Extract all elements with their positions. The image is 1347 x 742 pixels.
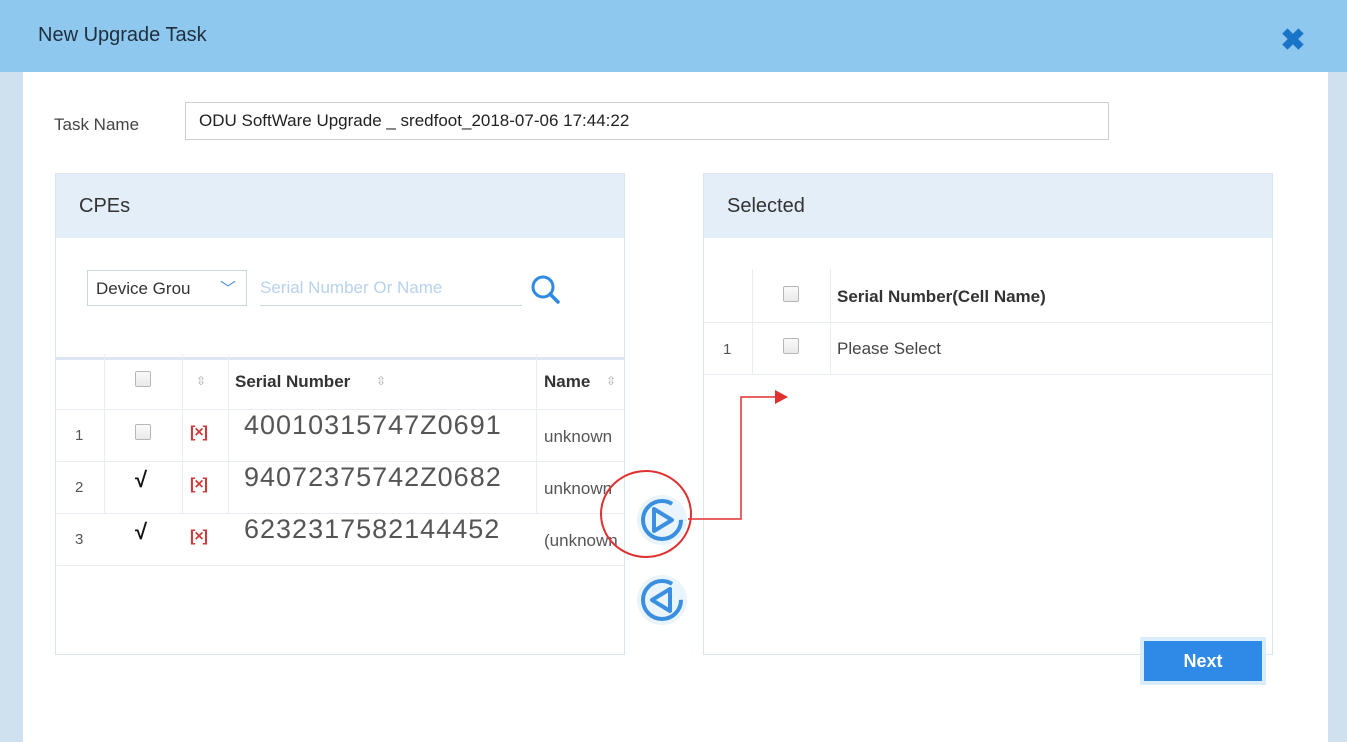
dialog-title: New Upgrade Task	[38, 24, 207, 46]
close-icon[interactable]: ✖	[1278, 26, 1308, 58]
cpes-heading: CPEs	[79, 195, 131, 217]
cpes-panel: CPEs Device Grou ﹀ ⇳ Serial Numb	[55, 173, 625, 655]
next-button[interactable]: Next	[1140, 637, 1266, 685]
row-divider	[704, 322, 1272, 323]
column-divider	[536, 354, 537, 514]
serial-number-cell: 6232317582144452	[244, 514, 501, 544]
selected-panel-header: Selected	[704, 174, 1272, 238]
row-checkbox-checked[interactable]: √	[135, 521, 151, 543]
row-number: 2	[75, 479, 84, 496]
serial-number-header[interactable]: Serial Number	[235, 372, 350, 392]
placeholder-row-text: Please Select	[837, 339, 941, 358]
serial-number-cell: 94072375742Z0682	[244, 462, 502, 492]
remove-icon[interactable]: [×]	[190, 476, 208, 494]
row-checkbox[interactable]	[135, 424, 151, 440]
annotation-arrow-line	[688, 396, 775, 520]
column-divider	[830, 269, 831, 375]
task-name-label: Task Name	[54, 115, 140, 134]
row-number: 3	[75, 531, 84, 548]
dialog-body: Task Name CPEs Device Grou ﹀	[23, 72, 1328, 742]
sort-icon[interactable]: ⇳	[196, 374, 206, 388]
cpes-panel-header: CPEs	[56, 174, 624, 238]
column-divider	[182, 354, 183, 514]
move-left-button[interactable]	[634, 572, 690, 628]
upgrade-task-dialog: New Upgrade Task ✖ Task Name CPEs Device…	[0, 0, 1347, 742]
select-all-checkbox[interactable]	[135, 371, 151, 387]
column-divider	[104, 354, 105, 514]
select-all-checkbox[interactable]	[783, 286, 799, 302]
name-cell: unknown	[544, 427, 613, 446]
move-right-button[interactable]	[634, 492, 690, 548]
serial-number-cell: 40010315747Z0691	[244, 410, 502, 440]
dialog-titlebar: New Upgrade Task ✖	[0, 0, 1347, 72]
row-divider	[56, 565, 624, 566]
serial-cell-name-header[interactable]: Serial Number(Cell Name)	[837, 287, 1046, 307]
name-cell: unknown	[544, 479, 613, 498]
chevron-down-icon: ﹀	[219, 281, 236, 298]
row-checkbox-checked[interactable]: √	[135, 469, 151, 491]
selected-heading: Selected	[727, 195, 805, 217]
sort-icon[interactable]: ⇳	[376, 374, 386, 388]
search-input[interactable]	[260, 270, 522, 306]
table-header-border	[56, 357, 624, 360]
column-divider	[228, 354, 229, 514]
annotation-arrowhead	[775, 390, 788, 404]
name-header[interactable]: Name	[544, 372, 590, 392]
remove-icon[interactable]: [×]	[190, 528, 208, 546]
row-number: 1	[75, 427, 84, 444]
device-group-select[interactable]: Device Grou ﹀	[87, 270, 247, 306]
annotation-overlay	[600, 390, 788, 558]
device-group-value: Device Grou	[96, 279, 191, 298]
remove-icon[interactable]: [×]	[190, 424, 208, 442]
task-name-input[interactable]	[185, 102, 1109, 140]
search-icon[interactable]	[528, 272, 562, 306]
